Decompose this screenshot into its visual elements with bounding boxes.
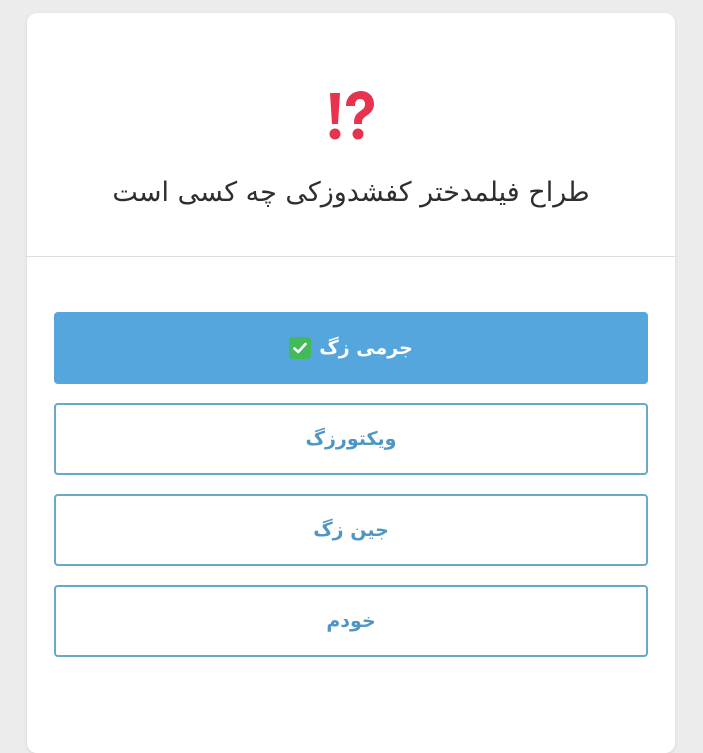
answer-option-label: جین زگ xyxy=(313,519,389,541)
exclamation-question-mark-icon xyxy=(27,91,675,143)
answer-option-label: ویکتورزگ xyxy=(305,428,397,450)
question-header: طراح فیلمدختر کفشدوزکی چه کسی است xyxy=(27,13,675,257)
answer-option-2[interactable]: ویکتورزگ xyxy=(54,403,648,475)
answer-option-4[interactable]: خودم xyxy=(54,585,648,657)
answer-option-label: جرمی زگ xyxy=(319,337,413,359)
quiz-card: طراح فیلمدختر کفشدوزکی چه کسی است جرمی ز… xyxy=(27,13,675,753)
question-text: طراح فیلمدختر کفشدوزکی چه کسی است xyxy=(112,177,590,208)
answer-option-1[interactable]: جرمی زگ xyxy=(54,312,648,384)
answer-options: جرمی زگ ویکتورزگ جین زگ خودم xyxy=(54,312,648,676)
answer-option-label: خودم xyxy=(326,610,376,632)
check-mark-icon xyxy=(289,337,312,359)
answer-option-3[interactable]: جین زگ xyxy=(54,494,648,566)
